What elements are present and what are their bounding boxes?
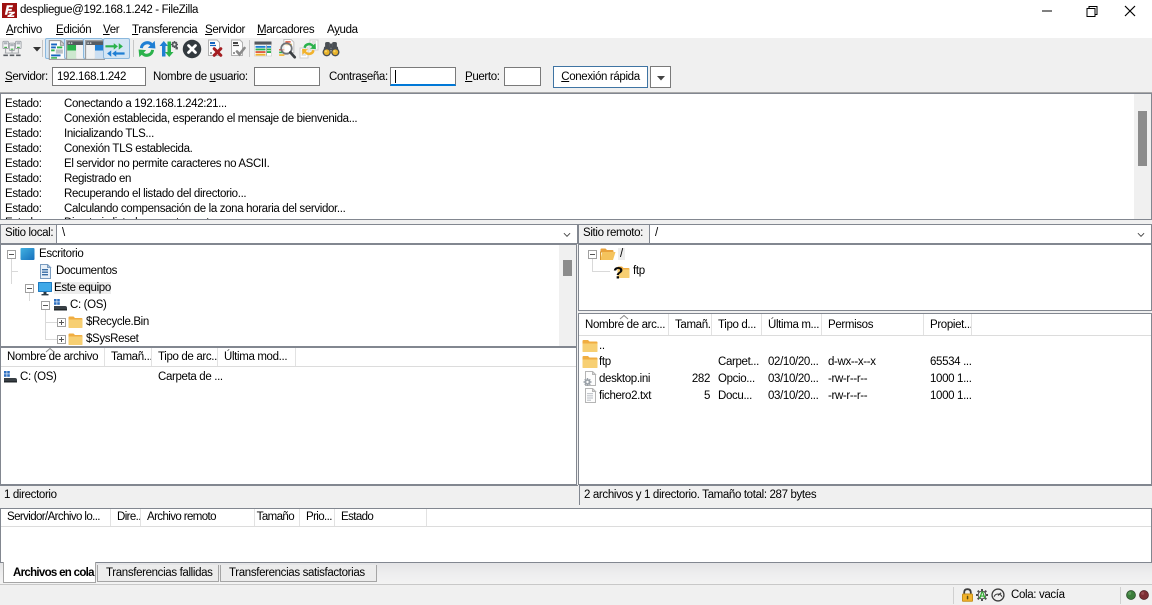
svg-text:?: ? bbox=[613, 264, 623, 280]
svg-text:A: A bbox=[979, 590, 986, 601]
